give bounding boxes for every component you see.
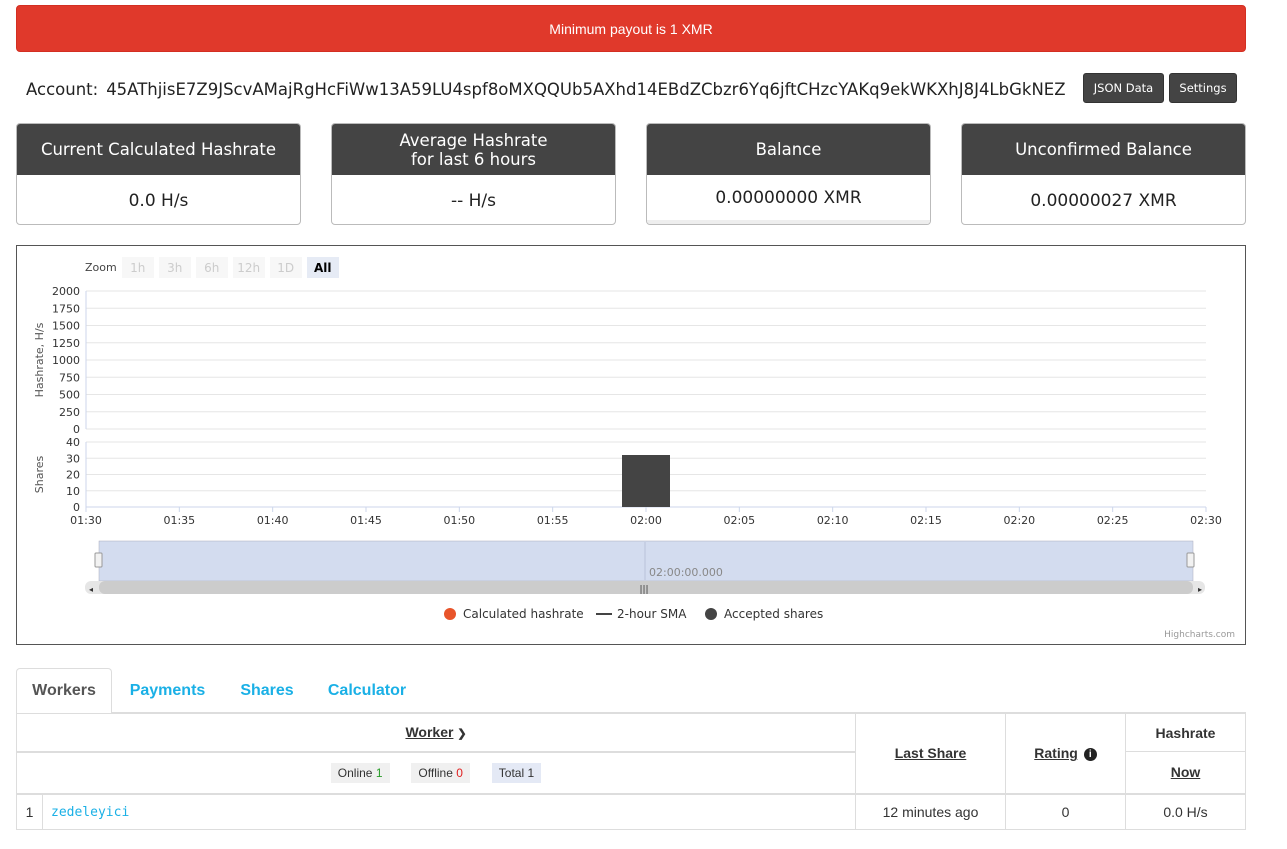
x-tick-label: 02:30 [1190, 514, 1222, 527]
account-row: Account: 45AThjisE7Z9JScvAMajRgHcFiWw13A… [26, 76, 1066, 102]
settings-button[interactable]: Settings [1169, 73, 1237, 103]
tab-payments[interactable]: Payments [116, 668, 219, 714]
accepted-shares-bar [622, 455, 670, 507]
y-tick-label: 1250 [52, 337, 80, 350]
y-tick-label: 1000 [52, 354, 80, 367]
worker-link[interactable]: zedeleyici [51, 805, 129, 820]
legend-shares-symbol [705, 608, 717, 620]
x-tick-label: 02:25 [1097, 514, 1129, 527]
chevron-down-icon[interactable]: ❯ [457, 728, 466, 740]
legend-shares-label: Accepted shares [724, 607, 823, 621]
y-axis-title: Shares [33, 455, 46, 493]
legend-hashrate-symbol [444, 608, 456, 620]
now-sort-link[interactable]: Now [1171, 764, 1201, 780]
total-filter[interactable]: Total 1 [491, 762, 542, 783]
now-header: Now [1125, 751, 1246, 795]
hashrate-chart: Zoom 1h 3h 6h 12h 1D All 0 250 500 750 1000 1… [16, 245, 1246, 645]
scroll-left-icon: ◂ [89, 585, 93, 594]
x-tick-label: 02:15 [910, 514, 942, 527]
last-share-header: Last Share [855, 713, 1006, 795]
y-tick-label: 2000 [52, 285, 80, 298]
last-share-cell: 12 minutes ago [855, 793, 1006, 830]
x-tick-label: 01:40 [257, 514, 289, 527]
worker-filter-row: Online 1 Offline 0 Total 1 [16, 751, 856, 795]
row-index: 1 [16, 793, 43, 830]
navigator-left-handle [94, 552, 103, 568]
y-tick-label: 20 [66, 469, 80, 482]
x-tick-label: 02:10 [817, 514, 849, 527]
y-tick-label: 0 [73, 501, 80, 514]
x-tick-label: 01:55 [537, 514, 569, 527]
y-tick-label: 0 [73, 423, 80, 436]
navigator-label: 02:00:00.000 [649, 566, 723, 579]
rating-header: Rating i [1005, 713, 1126, 795]
rating-cell: 0 [1005, 793, 1126, 830]
json-data-button[interactable]: JSON Data [1083, 73, 1164, 103]
y-tick-label: 1500 [52, 320, 80, 333]
info-icon[interactable]: i [1083, 748, 1097, 762]
y-tick-label: 10 [66, 485, 80, 498]
x-tick-label: 02:05 [723, 514, 755, 527]
table-row: 1 zedeleyici 12 minutes ago 0 0.0 H/s [16, 793, 1246, 830]
x-tick-label: 01:50 [443, 514, 475, 527]
unconfirmed-balance-card: Unconfirmed Balance 0.00000027 XMR [961, 123, 1246, 225]
worker-name-cell: zedeleyici [42, 793, 856, 830]
average-hashrate-card: Average Hashrate for last 6 hours -- H/s [331, 123, 616, 225]
tab-shares[interactable]: Shares [226, 668, 308, 714]
navigator-range [98, 540, 1194, 582]
offline-filter[interactable]: Offline 0 [411, 762, 470, 783]
workers-table: Worker ❯ Last Share Rating i Hashrate On… [16, 713, 1246, 830]
x-tick-label: 01:35 [163, 514, 195, 527]
worker-sort-link[interactable]: Worker [405, 724, 453, 740]
y-tick-label: 40 [66, 436, 80, 449]
card-title: Average Hashrate for last 6 hours [332, 124, 615, 175]
y-axis-title: Hashrate, H/s [33, 322, 46, 397]
card-title: Unconfirmed Balance [962, 124, 1245, 175]
legend-sma-label: 2-hour SMA [617, 607, 687, 621]
card-value: 0.00000027 XMR [1030, 190, 1177, 211]
scrollbar-grip: ||| [639, 585, 648, 595]
hashrate-cell: 0.0 H/s [1125, 793, 1246, 830]
x-tick-label: 02:00 [630, 514, 662, 527]
card-title: Current Calculated Hashrate [17, 124, 300, 175]
card-title: Balance [647, 124, 930, 175]
min-payout-alert: Minimum payout is 1 XMR [16, 5, 1246, 52]
y-tick-label: 500 [59, 389, 80, 402]
navigator-right-handle [1186, 552, 1195, 568]
last-share-sort-link[interactable]: Last Share [895, 745, 967, 761]
legend-hashrate-label: Calculated hashrate [463, 607, 584, 621]
tab-bar: Workers Payments Shares Calculator [16, 668, 1246, 714]
x-tick-label: 01:45 [350, 514, 382, 527]
y-tick-label: 250 [59, 406, 80, 419]
rating-sort-link[interactable]: Rating [1034, 745, 1078, 761]
worker-header: Worker ❯ [16, 713, 856, 753]
balance-card: Balance 0.00000000 XMR [646, 123, 931, 225]
card-value: -- H/s [450, 190, 497, 211]
highcharts-credit[interactable]: Highcharts.com [1164, 630, 1235, 640]
x-tick-label: 01:30 [70, 514, 102, 527]
y-tick-label: 750 [59, 371, 80, 384]
tab-workers[interactable]: Workers [16, 668, 112, 714]
y-tick-label: 30 [66, 452, 80, 465]
scroll-right-icon: ▸ [1198, 585, 1202, 594]
card-value: 0.0 H/s [128, 190, 189, 211]
chart-plot: 0 250 500 750 1000 1250 1500 1750 2000 Hashrate, … [33, 285, 1222, 621]
account-address: 45AThjisE7Z9JScvAMajRgHcFiWw13A59LU4spf8… [106, 79, 1066, 99]
online-filter[interactable]: Online 1 [330, 762, 390, 783]
y-tick-label: 1750 [52, 302, 80, 315]
hashrate-header: Hashrate [1125, 713, 1246, 752]
current-hashrate-card: Current Calculated Hashrate 0.0 H/s [16, 123, 301, 225]
account-label: Account: [26, 79, 99, 99]
x-tick-label: 02:20 [1003, 514, 1035, 527]
card-value: 0.00000000 XMR [647, 175, 930, 224]
tab-calculator[interactable]: Calculator [314, 668, 420, 714]
